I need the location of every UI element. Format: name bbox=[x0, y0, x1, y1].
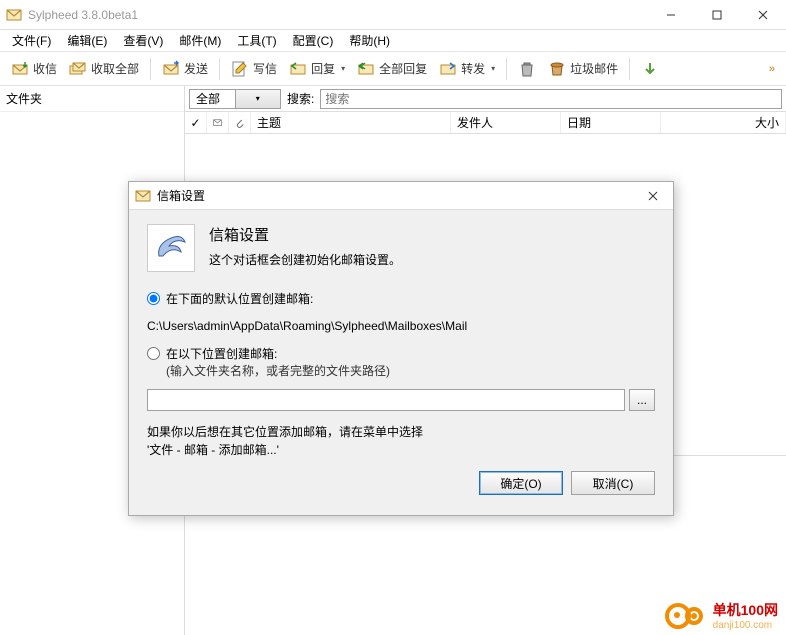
junk-button[interactable]: 垃圾邮件 bbox=[543, 56, 623, 82]
dialog-note: 如果你以后想在其它位置添加邮箱，请在菜单中选择 '文件 - 邮箱 - 添加邮箱.… bbox=[147, 423, 655, 459]
forward-label: 转发 bbox=[461, 60, 485, 77]
chevron-down-icon: ▾ bbox=[341, 64, 345, 73]
brand-name: 单机100网 bbox=[713, 600, 778, 620]
compose-label: 写信 bbox=[253, 60, 277, 77]
mailbox-setup-dialog: 信箱设置 信箱设置 这个对话框会创建初始化邮箱设置。 在下面的默认位置创建邮箱:… bbox=[128, 181, 674, 516]
message-list-header: ✓ 主题 发件人 日期 大小 bbox=[185, 112, 786, 134]
search-input[interactable] bbox=[320, 89, 782, 109]
filter-combo[interactable]: 全部 ▾ bbox=[189, 89, 281, 109]
filter-combo-value: 全部 bbox=[190, 90, 235, 107]
send-button[interactable]: 发送 bbox=[157, 56, 213, 82]
chevron-down-icon: ▾ bbox=[235, 90, 281, 108]
app-icon bbox=[6, 7, 22, 23]
arrow-down-icon bbox=[641, 60, 659, 78]
dialog-title: 信箱设置 bbox=[157, 187, 633, 204]
toolbar-overflow[interactable]: » bbox=[762, 59, 780, 79]
chevron-down-icon: ▾ bbox=[491, 64, 495, 73]
next-button[interactable] bbox=[636, 56, 664, 82]
send-label: 发送 bbox=[184, 60, 208, 77]
receive-all-label: 收取全部 bbox=[91, 60, 139, 77]
sidebar-title: 文件夹 bbox=[0, 86, 184, 112]
send-icon bbox=[162, 60, 180, 78]
menu-view[interactable]: 查看(V) bbox=[115, 30, 171, 51]
menu-config[interactable]: 配置(C) bbox=[285, 30, 342, 51]
col-subject[interactable]: 主题 bbox=[251, 112, 451, 133]
separator bbox=[150, 58, 151, 80]
compose-icon bbox=[231, 60, 249, 78]
receive-label: 收信 bbox=[33, 60, 57, 77]
window-title: Sylpheed 3.8.0beta1 bbox=[28, 8, 648, 22]
delete-button[interactable] bbox=[513, 56, 541, 82]
dialog-close-button[interactable] bbox=[633, 182, 673, 209]
junk-label: 垃圾邮件 bbox=[570, 60, 618, 77]
radio-default-label: 在下面的默认位置创建邮箱: bbox=[166, 290, 313, 307]
reply-all-button[interactable]: 全部回复 bbox=[352, 56, 432, 82]
radio-custom-location[interactable]: 在以下位置创建邮箱: (输入文件夹名称，或者完整的文件夹路径) bbox=[147, 345, 655, 379]
dialog-heading: 信箱设置 bbox=[209, 224, 401, 245]
reply-button[interactable]: 回复 ▾ bbox=[284, 56, 350, 82]
reply-all-icon bbox=[357, 60, 375, 78]
trash-icon bbox=[518, 60, 536, 78]
reply-icon bbox=[289, 60, 307, 78]
dialog-hero-icon bbox=[147, 224, 195, 272]
radio-default-input[interactable] bbox=[147, 292, 160, 305]
col-mark[interactable]: ✓ bbox=[185, 112, 207, 133]
col-status-icon[interactable] bbox=[207, 112, 229, 133]
minimize-button[interactable] bbox=[648, 0, 694, 29]
search-label: 搜索: bbox=[287, 90, 314, 107]
toolbar: 收信 收取全部 发送 写信 回复 ▾ 全部回复 转发 ▾ 垃圾邮件 » bbox=[0, 52, 786, 86]
menu-help[interactable]: 帮助(H) bbox=[341, 30, 398, 51]
radio-custom-hint: (输入文件夹名称，或者完整的文件夹路径) bbox=[166, 364, 390, 378]
ok-button[interactable]: 确定(O) bbox=[479, 471, 563, 495]
forward-icon bbox=[439, 60, 457, 78]
receive-all-button[interactable]: 收取全部 bbox=[64, 56, 144, 82]
cancel-button[interactable]: 取消(C) bbox=[571, 471, 655, 495]
menu-tools[interactable]: 工具(T) bbox=[229, 30, 284, 51]
menu-file[interactable]: 文件(F) bbox=[4, 30, 59, 51]
menu-mail[interactable]: 邮件(M) bbox=[171, 30, 229, 51]
separator bbox=[219, 58, 220, 80]
radio-custom-input[interactable] bbox=[147, 347, 160, 360]
window-titlebar: Sylpheed 3.8.0beta1 bbox=[0, 0, 786, 30]
browse-button[interactable]: ... bbox=[629, 389, 655, 411]
default-path-text: C:\Users\admin\AppData\Roaming\Sylpheed\… bbox=[147, 319, 655, 333]
separator bbox=[506, 58, 507, 80]
close-button[interactable] bbox=[740, 0, 786, 29]
receive-button[interactable]: 收信 bbox=[6, 56, 62, 82]
menu-bar: 文件(F) 编辑(E) 查看(V) 邮件(M) 工具(T) 配置(C) 帮助(H… bbox=[0, 30, 786, 52]
menu-edit[interactable]: 编辑(E) bbox=[59, 30, 115, 51]
dialog-icon bbox=[135, 188, 151, 204]
watermark-brand: 单机100网 danji100.com bbox=[665, 600, 778, 631]
col-from[interactable]: 发件人 bbox=[451, 112, 561, 133]
compose-button[interactable]: 写信 bbox=[226, 56, 282, 82]
col-attach-icon[interactable] bbox=[229, 112, 251, 133]
custom-path-input[interactable] bbox=[147, 389, 625, 411]
radio-default-location[interactable]: 在下面的默认位置创建邮箱: bbox=[147, 290, 655, 307]
reply-label: 回复 bbox=[311, 60, 335, 77]
col-size[interactable]: 大小 bbox=[661, 112, 786, 133]
separator bbox=[629, 58, 630, 80]
envelope-icon bbox=[213, 117, 222, 129]
forward-button[interactable]: 转发 ▾ bbox=[434, 56, 500, 82]
col-date[interactable]: 日期 bbox=[561, 112, 661, 133]
junk-icon bbox=[548, 60, 566, 78]
brand-logo-icon bbox=[665, 601, 707, 631]
dialog-titlebar: 信箱设置 bbox=[129, 182, 673, 210]
brand-url: danji100.com bbox=[713, 620, 778, 631]
filter-row: 全部 ▾ 搜索: bbox=[185, 86, 786, 112]
maximize-button[interactable] bbox=[694, 0, 740, 29]
receive-all-icon bbox=[69, 60, 87, 78]
reply-all-label: 全部回复 bbox=[379, 60, 427, 77]
dialog-subtitle: 这个对话框会创建初始化邮箱设置。 bbox=[209, 251, 401, 268]
radio-custom-label: 在以下位置创建邮箱: bbox=[166, 347, 277, 361]
receive-icon bbox=[11, 60, 29, 78]
paperclip-icon bbox=[235, 116, 244, 130]
